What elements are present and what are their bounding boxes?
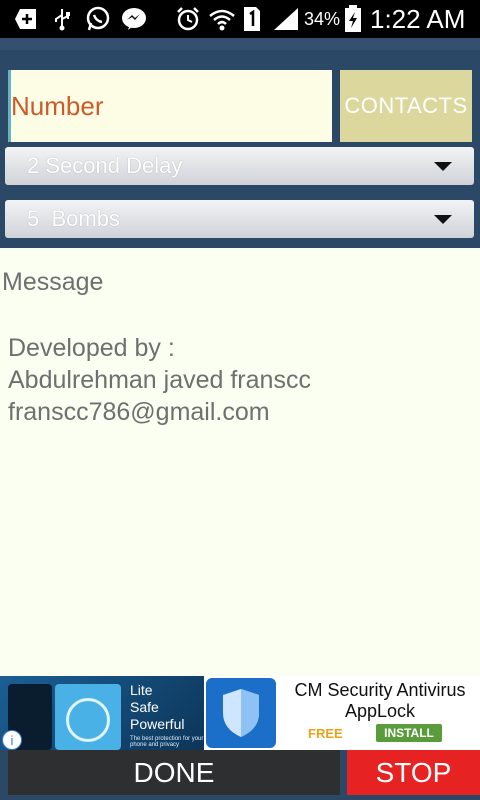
alarm-icon — [175, 6, 201, 32]
delay-spinner[interactable]: 2 Second Delay — [5, 147, 474, 185]
credits-line-3: franscc786@gmail.com — [8, 398, 270, 426]
clock: 1:22 AM — [370, 4, 466, 34]
number-field-container — [8, 70, 332, 142]
ad-scan-circle — [66, 698, 110, 742]
credits-line-2: Abdulrehman javed franscc — [8, 366, 311, 394]
sim-1-icon — [242, 6, 262, 32]
ad-tagline: Lite Safe Powerful — [130, 682, 184, 733]
stop-button[interactable]: STOP — [347, 750, 480, 795]
contacts-button[interactable]: CONTACTS — [340, 70, 472, 142]
battery-charging-icon — [343, 5, 363, 32]
bombs-spinner[interactable]: 5 Bombs — [5, 200, 474, 238]
ad-price: FREE — [308, 726, 343, 741]
done-button[interactable]: DONE — [8, 750, 340, 795]
whatsapp-icon — [85, 6, 111, 32]
message-label: Message — [2, 268, 104, 296]
signal-icon — [272, 6, 300, 32]
usb-icon — [52, 6, 72, 32]
ad-app-title: CM Security Antivirus AppLock — [294, 680, 466, 721]
messenger-icon — [120, 6, 148, 32]
ad-image-caption: The best protection for your phone and p… — [130, 736, 204, 748]
bombs-spinner-value: 5 Bombs — [27, 206, 120, 231]
add-box-icon — [14, 6, 38, 32]
developer-credits: Developed by : Abdulrehman javed franscc… — [8, 332, 311, 428]
dropdown-arrow-icon — [434, 162, 452, 171]
status-bar: 34% 1:22 AM — [0, 0, 480, 38]
ad-install-button[interactable]: INSTALL — [376, 724, 442, 742]
message-area[interactable]: Message Developed by : Abdulrehman javed… — [0, 248, 480, 676]
shield-icon — [204, 676, 278, 750]
ad-banner[interactable]: Lite Safe Powerful The best protection f… — [0, 676, 480, 750]
dropdown-arrow-icon — [434, 215, 452, 224]
ad-tagline-1: Lite — [130, 682, 153, 698]
battery-percent: 34% — [304, 9, 341, 29]
ad-tagline-3: Powerful — [130, 716, 185, 732]
ad-image[interactable]: Lite Safe Powerful The best protection f… — [0, 676, 204, 750]
wifi-icon — [208, 6, 236, 32]
ad-info-icon[interactable]: i — [2, 730, 22, 750]
delay-spinner-value: 2 Second Delay — [27, 153, 183, 178]
action-bar-strip — [0, 38, 480, 50]
credits-line-1: Developed by : — [8, 334, 175, 362]
ad-tagline-2: Safe — [130, 699, 159, 715]
number-input[interactable] — [11, 70, 332, 142]
